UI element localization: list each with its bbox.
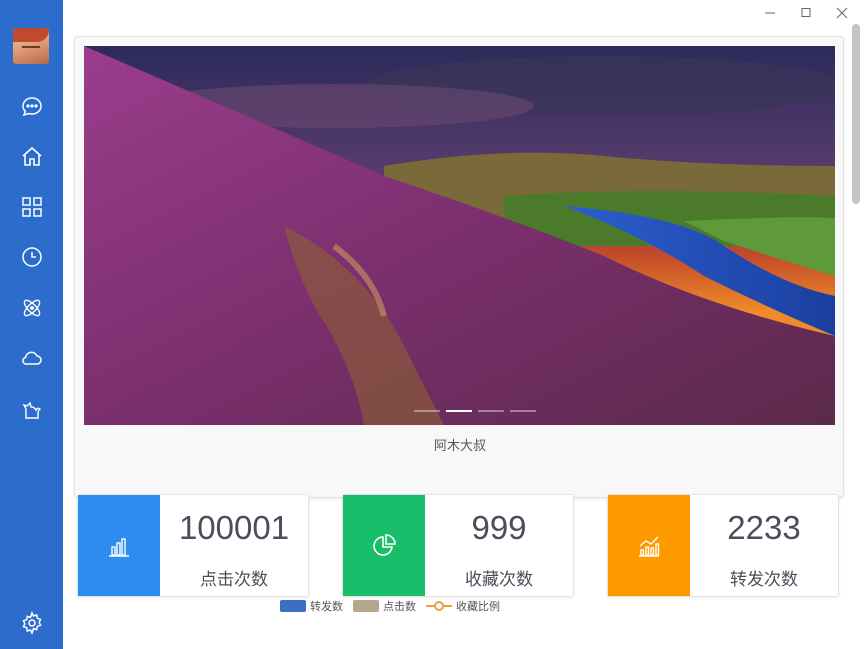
cloud-icon[interactable] [20,346,44,370]
banner-card: 阿木大叔 [74,36,844,498]
stat-icon-bg [78,495,160,596]
carousel-dot-active[interactable] [446,410,472,412]
carousel-dot[interactable] [510,410,536,412]
stat-card-favorites[interactable]: 999 收藏次数 [342,494,574,597]
main-content: 阿木大叔 100001 点击次数 999 收藏次数 2233 转发次数 [63,28,854,649]
minimize-button[interactable] [759,4,781,22]
stat-label: 转发次数 [730,570,798,590]
cat-icon[interactable] [20,397,44,421]
carousel-dot[interactable] [414,410,440,412]
legend-line-marker [426,601,452,611]
close-button[interactable] [831,4,853,22]
carousel-dots [414,410,536,412]
stat-icon-bg [608,495,690,596]
sidebar [0,0,63,649]
stat-card-shares[interactable]: 2233 转发次数 [607,494,839,597]
pie-chart-icon [373,533,396,556]
legend-swatch [280,600,306,612]
minimize-icon [765,12,775,14]
legend-label: 转发数 [310,600,343,613]
legend-item[interactable]: 点击数 [353,598,416,614]
stat-card-clicks[interactable]: 100001 点击次数 [77,494,309,597]
stat-value: 2233 [727,509,801,546]
stat-value: 100001 [178,509,290,546]
gear-icon[interactable] [20,611,44,635]
trend-chart-icon [639,536,660,557]
legend-label: 点击数 [383,600,416,613]
bar-chart-icon [109,537,129,557]
close-icon [836,7,848,19]
avatar[interactable] [13,28,49,64]
chart-legend: 转发数 点击数 收藏比例 [280,598,500,614]
atom-icon[interactable] [20,296,44,320]
stat-icon-bg [343,495,425,596]
maximize-icon [801,8,811,17]
maximize-button[interactable] [795,4,817,22]
legend-label: 收藏比例 [456,600,500,613]
stat-label: 点击次数 [200,570,268,590]
clock-icon[interactable] [20,245,44,269]
chat-icon[interactable] [20,95,44,119]
stat-value: 999 [471,509,527,546]
banner-caption: 阿木大叔 [433,439,486,454]
banner-image[interactable] [84,46,835,425]
legend-item[interactable]: 收藏比例 [426,598,500,614]
stat-label: 收藏次数 [465,570,533,590]
grid-icon[interactable] [20,195,44,219]
home-icon[interactable] [20,145,44,169]
legend-swatch [353,600,379,612]
carousel-dot[interactable] [478,410,504,412]
legend-item[interactable]: 转发数 [280,598,343,614]
